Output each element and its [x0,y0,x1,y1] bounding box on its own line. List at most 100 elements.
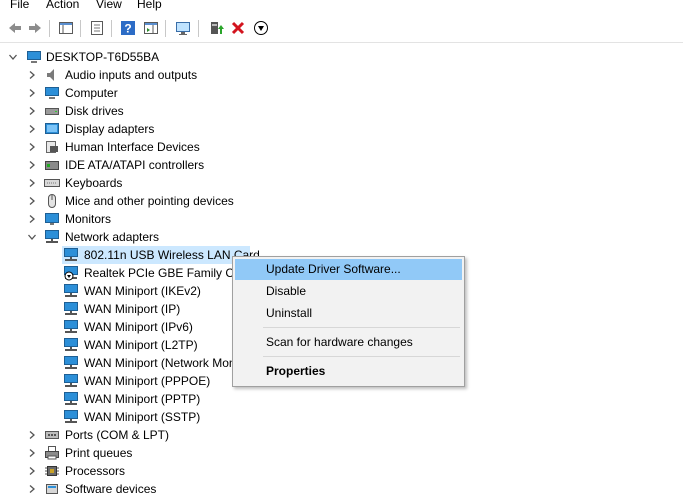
menu-help[interactable]: Help [137,0,162,11]
menu-item-label: Update Driver Software... [266,262,401,276]
menu-item-update-driver[interactable]: Update Driver Software... [235,259,462,280]
tree-category-label: Print queues [65,446,133,460]
menu-file[interactable]: File [10,0,29,11]
keyboard-icon [44,179,60,187]
disable-device-icon[interactable] [253,20,269,36]
tree-category-audio[interactable]: Audio inputs and outputs [0,66,300,84]
chevron-right-icon[interactable] [27,444,37,462]
chevron-right-icon[interactable] [27,480,37,498]
toolbar-separator [198,20,199,37]
tree-category-disk-drives[interactable]: Disk drives [0,102,300,120]
tree-category-mice[interactable]: Mice and other pointing devices [0,192,300,210]
tree-device-wan-pptp[interactable]: WAN Miniport (PPTP) [62,390,362,408]
chevron-down-icon[interactable] [27,228,37,246]
chevron-right-icon[interactable] [27,120,37,138]
chevron-right-icon[interactable] [27,210,37,228]
menu-item-scan-hardware[interactable]: Scan for hardware changes [235,332,462,353]
disabled-network-adapter-icon [64,266,78,281]
tree-category-network[interactable]: Network adapters [0,228,300,246]
tree-category-ports[interactable]: Ports (COM & LPT) [0,426,300,444]
tree-device-label: WAN Miniport (IKEv2) [84,284,201,298]
monitor-icon[interactable] [175,20,191,36]
tree-category-label: Display adapters [65,122,155,136]
chevron-right-icon[interactable] [27,192,37,210]
chevron-right-icon[interactable] [27,102,37,120]
tree-category-keyboards[interactable]: Keyboards [0,174,300,192]
tree-device-label: WAN Miniport (PPPOE) [84,374,211,388]
tree-category-label: Human Interface Devices [65,140,200,154]
tree-category-label: Mice and other pointing devices [65,194,234,208]
tree-category-label: Audio inputs and outputs [65,68,198,82]
uninstall-icon[interactable] [230,20,246,36]
network-adapter-icon [64,392,78,405]
help-icon[interactable]: ? [120,20,136,36]
tree-device-label: WAN Miniport (IPv6) [84,320,193,334]
menu-item-label: Uninstall [266,306,313,320]
menu-item-uninstall[interactable]: Uninstall [235,303,462,324]
forward-arrow-icon[interactable] [27,20,43,36]
tree-root[interactable]: DESKTOP-T6D55BA [0,48,300,66]
tree-category-label: Monitors [65,212,112,226]
tree-device-label: WAN Miniport (Network Monitor) [84,356,257,370]
svg-text:?: ? [124,22,131,36]
tree-category-monitors[interactable]: Monitors [0,210,300,228]
menu-action[interactable]: Action [46,0,79,11]
port-icon [45,431,59,439]
network-adapter-icon [64,356,78,369]
tree-category-label: Network adapters [65,230,160,244]
tree-category-label: Computer [65,86,118,100]
network-adapter-icon [64,410,78,423]
tree-device-wan-sstp[interactable]: WAN Miniport (SSTP) [62,408,362,426]
chevron-right-icon[interactable] [27,426,37,444]
tree-category-ide[interactable]: IDE ATA/ATAPI controllers [0,156,300,174]
tree-root-label: DESKTOP-T6D55BA [46,50,160,64]
tree-category-label: Ports (COM & LPT) [65,428,170,442]
tree-category-software-devices[interactable]: Software devices [0,480,300,498]
tree-category-label: IDE ATA/ATAPI controllers [65,158,205,172]
tree-category-label: Processors [65,464,126,478]
menu-separator [263,356,460,357]
chevron-right-icon[interactable] [27,84,37,102]
toolbar-separator [111,20,112,37]
network-adapter-icon [64,338,78,351]
computer-icon [45,87,59,99]
menu-item-label: Scan for hardware changes [266,335,413,349]
tree-category-display[interactable]: Display adapters [0,120,300,138]
menu-view[interactable]: View [96,0,122,11]
disk-drive-icon [45,108,59,115]
toolbar-separator [80,20,81,37]
tree-device-label: WAN Miniport (PPTP) [84,392,201,406]
tree-category-processors[interactable]: Processors [0,462,300,480]
chevron-right-icon[interactable] [27,66,37,84]
show-hide-tree-icon[interactable] [58,20,74,36]
properties-icon[interactable] [89,20,105,36]
toolbar: ? [0,14,683,43]
network-adapter-icon [64,320,78,333]
tree-device-label: WAN Miniport (IP) [84,302,181,316]
tree-device-wireless-lan[interactable]: 802.11n USB Wireless LAN Card [62,246,260,264]
network-adapter-icon [64,302,78,315]
tree-category-hid[interactable]: Human Interface Devices [0,138,300,156]
update-driver-icon[interactable] [208,20,224,36]
toolbar-separator [165,20,166,37]
network-adapter-icon [45,230,59,243]
chevron-right-icon[interactable] [27,138,37,156]
chevron-down-icon[interactable] [8,48,18,66]
chevron-right-icon[interactable] [27,462,37,480]
processor-icon [45,466,59,476]
back-arrow-icon[interactable] [7,20,23,36]
tree-category-computer[interactable]: Computer [0,84,300,102]
mouse-icon [48,194,56,208]
menu-item-properties[interactable]: Properties [235,361,462,382]
software-device-icon [46,484,58,494]
action-pane-icon[interactable] [143,20,159,36]
tree-category-print-queues[interactable]: Print queues [0,444,300,462]
hid-icon [46,141,58,153]
network-adapter-icon [64,248,78,261]
chevron-right-icon[interactable] [27,174,37,192]
context-menu: Update Driver Software... Disable Uninst… [232,256,465,387]
chevron-right-icon[interactable] [27,156,37,174]
menu-item-disable[interactable]: Disable [235,281,462,302]
menu-bar: File Action View Help [0,0,683,14]
menu-separator [263,327,460,328]
